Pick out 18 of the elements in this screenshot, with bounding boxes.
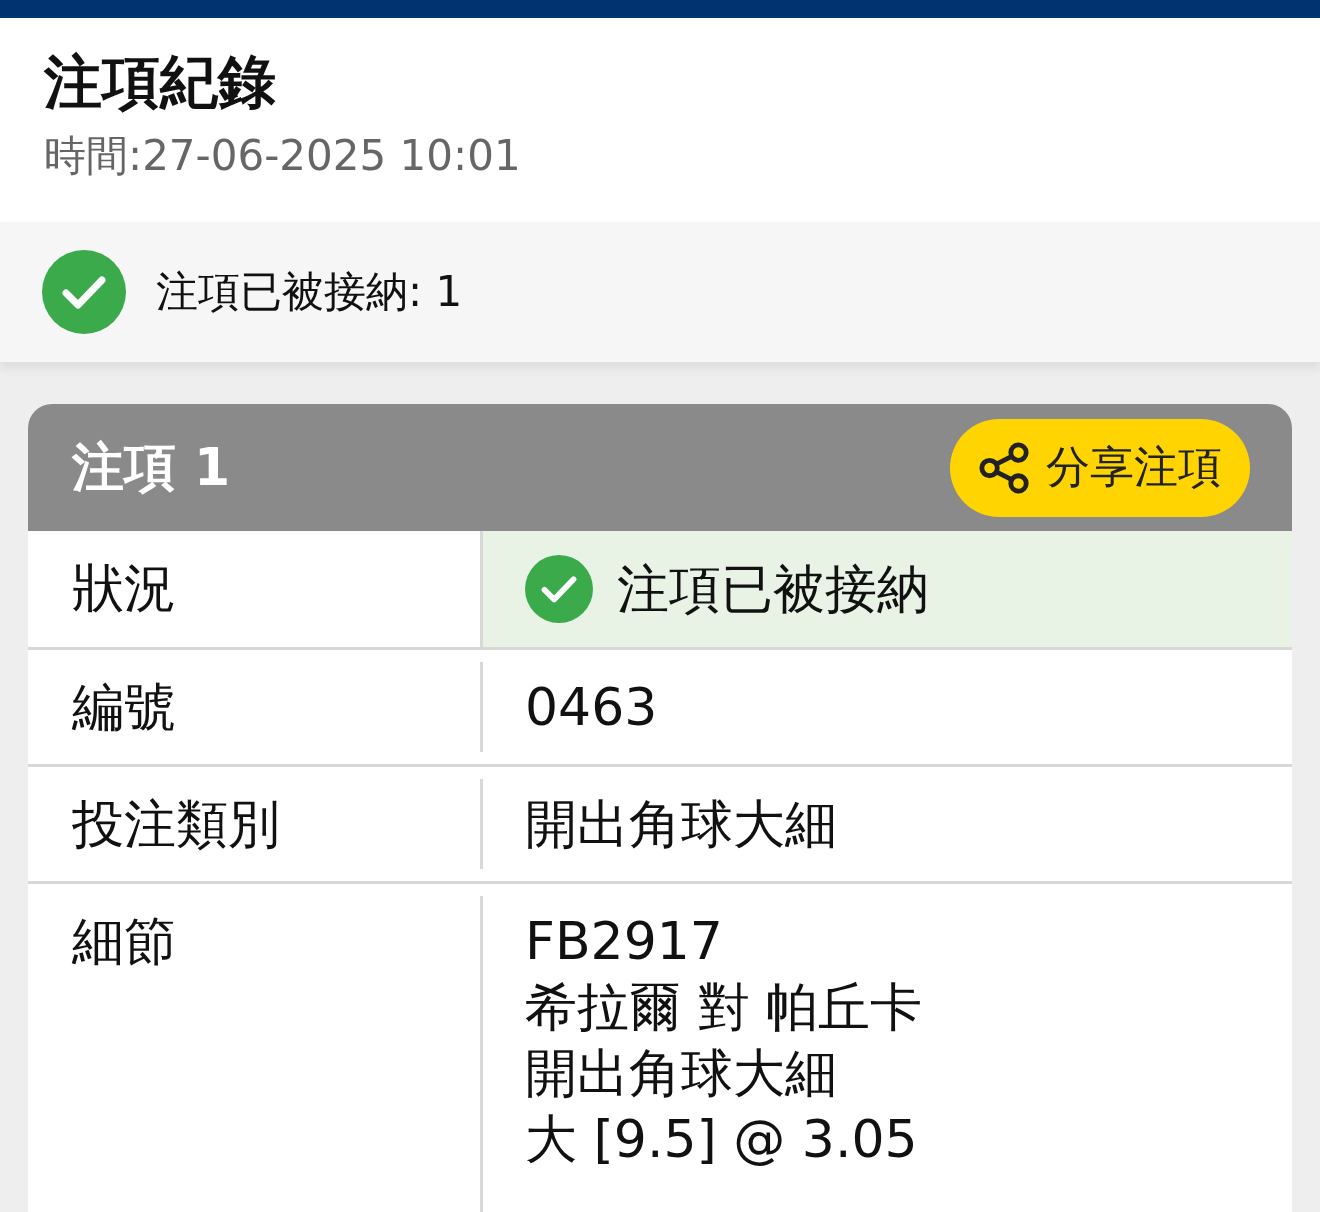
page-title: 注項紀錄 [44,47,277,118]
row-value: 開出角球大細 [525,793,837,856]
row-label: 狀況 [72,557,176,620]
record-time: 時間:27-06-2025 10:01 [44,130,522,182]
row-label: 編號 [72,676,176,739]
row-label: 投注類別 [72,793,280,856]
bet-title: 注項 1 [72,435,231,499]
row-value: 開出角球大細 [525,1042,837,1105]
row-label: 細節 [72,910,176,973]
row-value: 大 [9.5] @ 3.05 [525,1108,918,1171]
share-button[interactable]: 分享注項 [950,418,1250,517]
status-text: 注項已被接納 [617,558,929,621]
row-value: FB2917 [525,910,723,973]
summary-text: 注項已被接納: 1 [156,266,463,318]
check-icon [525,555,593,623]
row-value: 0463 [525,676,658,739]
share-icon [978,440,1032,495]
row-value: 希拉爾 對 帕丘卡 [525,976,923,1039]
